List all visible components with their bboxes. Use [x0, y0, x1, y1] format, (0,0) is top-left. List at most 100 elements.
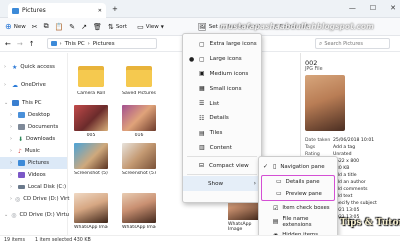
search-box[interactable]: ⌕ Search Pictures: [315, 38, 390, 49]
sidebar-item-label: Local Disk (C:): [28, 184, 67, 190]
chevron-down-icon: ▼: [160, 24, 164, 29]
sidebar-item-quick-access[interactable]: › ★ Quick access: [0, 61, 67, 73]
chevron-right-icon[interactable]: ›: [10, 196, 12, 202]
chevron-right-icon[interactable]: ›: [10, 160, 15, 166]
menu-item-label: Details pane: [285, 178, 320, 185]
documents-icon: [18, 124, 25, 130]
sidebar-item-local-disk[interactable]: › Local Disk (C:): [0, 181, 67, 193]
navigation-pane: › ★ Quick access › ☁ OneDrive ⌄ This PC …: [0, 53, 69, 235]
address-bar[interactable]: › This PC › Pictures: [46, 38, 157, 49]
menu-item-label: List: [209, 100, 220, 107]
highlight-box: ▭ Details pane ▭ Preview pane: [261, 174, 335, 201]
details-pane-icon: ▭: [276, 178, 282, 185]
show-submenu: ✓ ▯ Navigation pane ▭ Details pane ▭ Pre…: [258, 156, 338, 242]
back-icon[interactable]: ←: [5, 40, 11, 48]
view-icon: ▭: [137, 22, 144, 31]
file-item[interactable]: Screenshot (5): [74, 143, 108, 176]
menu-item-large-icons[interactable]: ● ▢ Large icons: [183, 52, 261, 67]
file-item[interactable]: Saved Pictures: [122, 63, 156, 96]
delete-icon[interactable]: 🗑: [93, 23, 102, 31]
sidebar-item-music[interactable]: › ♪ Music: [0, 145, 67, 157]
up-icon[interactable]: ↑: [29, 40, 35, 48]
share-icon[interactable]: ↗: [81, 23, 87, 31]
paste-icon[interactable]: 📋: [55, 23, 64, 31]
file-item[interactable]: WhatsApp Image: [74, 193, 108, 230]
menu-item-show[interactable]: Show ›: [183, 176, 261, 191]
sort-button[interactable]: ⇅ Sort: [108, 23, 127, 31]
file-item[interactable]: 016: [122, 105, 156, 138]
cut-icon[interactable]: ✂: [32, 23, 38, 31]
breadcrumb-this-pc[interactable]: This PC: [65, 41, 85, 47]
menu-item-small-icons[interactable]: ▦ Small icons: [183, 81, 261, 96]
menu-item-medium-icons[interactable]: ▣ Medium icons: [183, 67, 261, 82]
music-icon: ♪: [18, 147, 22, 155]
menu-item-navigation-pane[interactable]: ✓ ▯ Navigation pane: [259, 160, 337, 174]
sidebar-item-desktop[interactable]: › Desktop: [0, 109, 67, 121]
menu-item-tiles[interactable]: ▤ Tiles: [183, 126, 261, 141]
close-tab-icon[interactable]: ✕: [98, 8, 102, 14]
sidebar-item-cd-drive[interactable]: › ◎ CD Drive (D:) Virt: [0, 193, 69, 205]
folder-icon: [122, 63, 156, 89]
chevron-down-icon[interactable]: ⌄: [4, 100, 9, 106]
chevron-right-icon: ›: [253, 180, 256, 188]
photo-thumbnail: [74, 143, 108, 169]
file-item[interactable]: Camera Roll: [74, 63, 108, 96]
sort-icon: ⇅: [107, 22, 114, 31]
forward-icon[interactable]: →: [17, 40, 23, 48]
chevron-right-icon[interactable]: ›: [10, 136, 15, 142]
menu-item-file-name-extensions[interactable]: ▤ File name extensions: [259, 215, 337, 229]
new-button[interactable]: ⊕ New: [5, 22, 26, 31]
file-item[interactable]: WhatsApp Image: [122, 193, 156, 230]
menu-item-preview-pane[interactable]: ▭ Preview pane: [262, 188, 334, 200]
sidebar-item-label: Videos: [28, 172, 46, 178]
sidebar-item-documents[interactable]: › Documents: [0, 121, 67, 133]
copy-icon[interactable]: ⧉: [44, 22, 49, 31]
sidebar-item-onedrive[interactable]: › ☁ OneDrive: [0, 79, 67, 91]
sidebar-item-cd-drive-expanded[interactable]: ⌄ ◎ CD Drive (D:) Virtu: [0, 209, 69, 221]
check-icon: ✓: [263, 163, 269, 171]
sidebar-item-this-pc[interactable]: ⌄ This PC: [0, 97, 67, 109]
menu-item-item-check-boxes[interactable]: ☑ Item check boxes: [259, 202, 337, 216]
tab-title: Pictures: [22, 7, 46, 14]
menu-item-content[interactable]: ▥ Content: [183, 141, 261, 156]
file-item[interactable]: Screenshot (57): [122, 143, 156, 176]
close-button[interactable]: ✕: [390, 4, 396, 12]
menu-item-list[interactable]: ☰ List: [183, 96, 261, 111]
sidebar-item-label: Documents: [28, 124, 59, 130]
breadcrumb-pictures[interactable]: Pictures: [93, 41, 115, 47]
search-input[interactable]: Search Pictures: [324, 41, 363, 47]
chevron-right-icon[interactable]: ›: [10, 124, 15, 130]
menu-item-details-pane[interactable]: ▭ Details pane: [262, 176, 334, 188]
menu-item-compact-view[interactable]: ⊟ Compact view: [183, 158, 261, 173]
star-icon: ★: [12, 63, 18, 71]
sidebar-item-pictures[interactable]: › Pictures: [0, 157, 67, 169]
maximize-button[interactable]: ☐: [370, 4, 376, 12]
details-preview-image: [305, 75, 345, 131]
chevron-right-icon[interactable]: ›: [10, 112, 15, 118]
radio-indicator: ●: [189, 55, 195, 63]
chevron-right-icon[interactable]: ›: [4, 64, 9, 70]
menu-item-label: Tiles: [209, 130, 223, 137]
view-button[interactable]: ▭ View ▼: [137, 23, 164, 31]
menu-item-extra-large-icons[interactable]: ▢ Extra large icons: [183, 37, 261, 52]
file-item[interactable]: 005: [74, 105, 108, 138]
menu-item-label: Medium icons: [209, 70, 249, 77]
file-name: Camera Roll: [77, 91, 105, 96]
sidebar-item-videos[interactable]: › Videos: [0, 169, 67, 181]
sidebar-item-label: OneDrive: [21, 82, 46, 88]
chevron-right-icon[interactable]: ›: [10, 172, 15, 178]
new-tab-icon[interactable]: +: [112, 5, 118, 13]
menu-item-details[interactable]: ☷ Details: [183, 111, 261, 126]
pictures-icon: [18, 160, 25, 166]
window-controls: — ☐ ✕: [349, 4, 396, 12]
minimize-button[interactable]: —: [349, 4, 356, 12]
details-row[interactable]: Tags Add a tag: [305, 144, 396, 151]
rename-icon[interactable]: ✎: [69, 23, 75, 31]
sidebar-item-downloads[interactable]: › ⬇ Downloads: [0, 133, 67, 145]
chevron-down-icon[interactable]: ⌄: [4, 212, 8, 218]
chevron-right-icon[interactable]: ›: [10, 184, 15, 190]
chevron-right-icon[interactable]: ›: [4, 82, 9, 88]
sidebar-item-label: Music: [24, 148, 40, 154]
tab-pictures[interactable]: Pictures ✕: [8, 3, 106, 18]
chevron-right-icon[interactable]: ›: [10, 148, 15, 154]
